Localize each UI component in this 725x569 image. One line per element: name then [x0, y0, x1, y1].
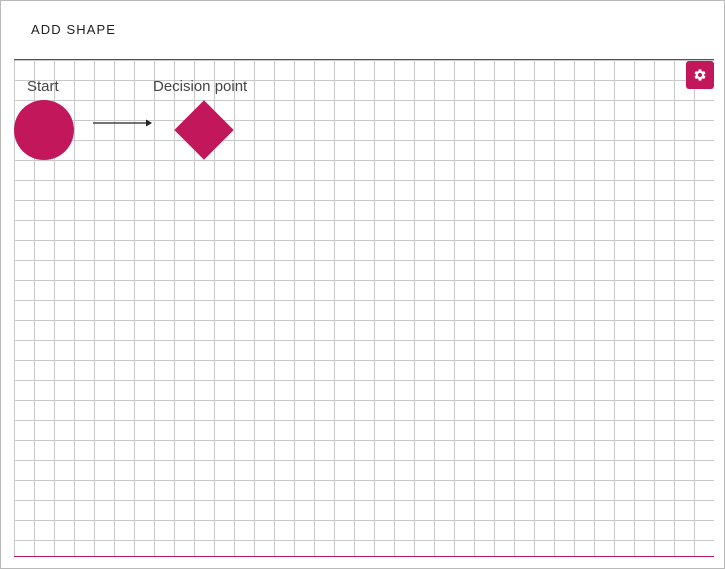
- gear-icon: [694, 69, 706, 81]
- decision-node-diamond[interactable]: [174, 100, 234, 160]
- decision-node-label: Decision point: [153, 78, 248, 95]
- add-shape-button[interactable]: ADD SHAPE: [21, 15, 126, 43]
- settings-button[interactable]: [686, 61, 714, 89]
- start-node-circle[interactable]: [14, 100, 74, 160]
- app-window: ADD SHAPE Start Decision point: [0, 0, 725, 569]
- arrow-right-icon: [146, 119, 152, 127]
- start-node-label: Start: [27, 78, 59, 95]
- connector-arrow[interactable]: [93, 117, 155, 129]
- diagram-canvas[interactable]: Start Decision point: [14, 59, 714, 557]
